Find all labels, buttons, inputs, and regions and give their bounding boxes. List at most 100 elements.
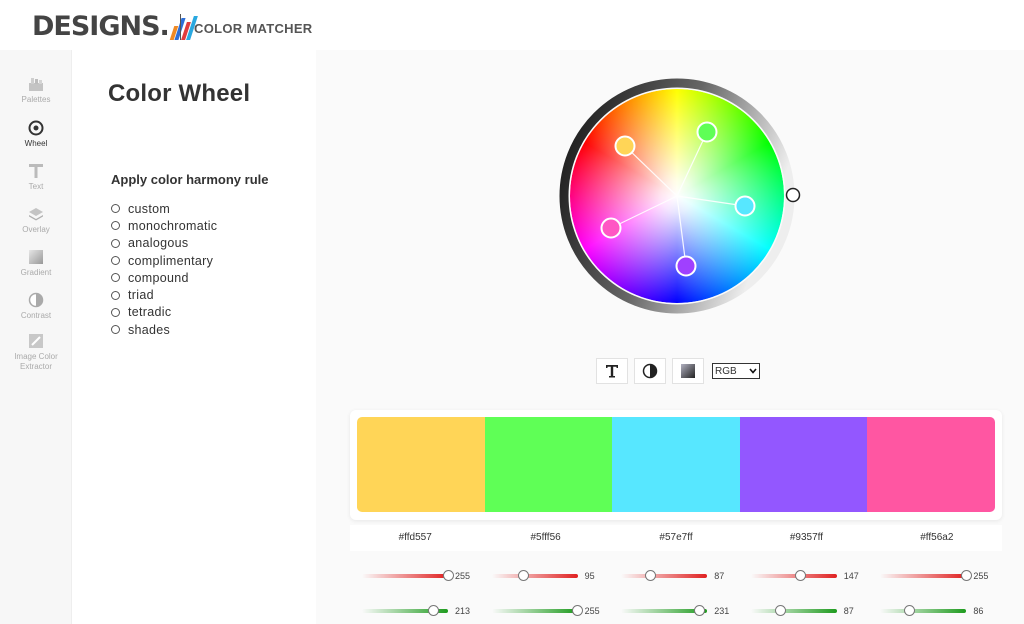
- hex-code[interactable]: #ffd557: [350, 525, 480, 551]
- harmony-option-label: custom: [128, 201, 171, 216]
- red-slider[interactable]: 255: [356, 568, 486, 584]
- harmony-option-compound[interactable]: compound: [111, 269, 217, 286]
- slider-track[interactable]: [491, 574, 578, 578]
- slider-thumb[interactable]: [645, 570, 657, 581]
- sidebar-item-label: Gradient: [20, 268, 52, 277]
- gradient-preview-button[interactable]: [672, 358, 704, 384]
- slider-value: 87: [843, 606, 854, 616]
- red-slider[interactable]: 255: [874, 568, 1004, 584]
- harmony-rule-heading: Apply color harmony rule: [111, 172, 269, 187]
- radio-button[interactable]: [111, 204, 120, 214]
- sidebar: Palettes Wheel Text Overlay Gradient Con…: [0, 50, 72, 624]
- palette-strip: [357, 417, 995, 512]
- slider-track[interactable]: [880, 609, 967, 613]
- harmony-option-shades[interactable]: shades: [111, 321, 217, 338]
- slider-track[interactable]: [621, 574, 708, 578]
- radio-button[interactable]: [111, 256, 120, 266]
- slider-track[interactable]: [750, 609, 837, 613]
- slider-thumb[interactable]: [572, 605, 584, 616]
- sidebar-item-image-color-extractor[interactable]: Image Color Extractor: [0, 332, 72, 372]
- text-icon: [27, 162, 45, 180]
- sidebar-item-gradient[interactable]: Gradient: [0, 248, 72, 278]
- radio-button[interactable]: [111, 221, 120, 231]
- slider-value: 255: [973, 571, 989, 581]
- radio-button[interactable]: [111, 325, 120, 335]
- text-preview-button[interactable]: [596, 358, 628, 384]
- logo-mark-icon: [169, 14, 198, 40]
- hex-code[interactable]: #9357ff: [741, 525, 871, 551]
- harmony-option-tetradic[interactable]: tetradic: [111, 304, 217, 321]
- red-slider[interactable]: 95: [486, 568, 616, 584]
- slider-track[interactable]: [362, 574, 448, 578]
- harmony-option-label: analogous: [128, 236, 189, 251]
- hex-code[interactable]: #57e7ff: [611, 525, 741, 551]
- contrast-icon: [27, 291, 45, 309]
- red-slider-row: 255 95 87 147 255: [356, 568, 1004, 584]
- hex-code[interactable]: #ff56a2: [872, 525, 1002, 551]
- gradient-icon: [27, 248, 45, 266]
- brightness-handle[interactable]: [785, 187, 801, 203]
- red-slider[interactable]: 87: [615, 568, 745, 584]
- slider-thumb[interactable]: [518, 570, 530, 581]
- red-slider[interactable]: 147: [745, 568, 875, 584]
- contrast-icon: [642, 363, 658, 379]
- palette-swatch[interactable]: [484, 417, 613, 512]
- slider-thumb[interactable]: [442, 570, 454, 581]
- color-handle[interactable]: [696, 121, 718, 143]
- palette-swatch[interactable]: [612, 417, 740, 512]
- contrast-preview-button[interactable]: [634, 358, 666, 384]
- radio-button[interactable]: [111, 238, 120, 248]
- slider-thumb[interactable]: [774, 605, 786, 616]
- palette-swatch[interactable]: [357, 417, 485, 512]
- harmony-option-label: complimentary: [128, 253, 214, 268]
- color-handle[interactable]: [734, 195, 756, 217]
- sidebar-item-label: Palettes: [21, 95, 51, 104]
- green-slider[interactable]: 87: [745, 603, 875, 619]
- slider-track[interactable]: [491, 609, 578, 613]
- color-wheel[interactable]: [552, 73, 802, 323]
- harmony-option-label: shades: [128, 322, 171, 337]
- slider-thumb[interactable]: [428, 605, 440, 616]
- sidebar-item-text[interactable]: Text: [0, 162, 72, 192]
- hex-code[interactable]: #5fff56: [480, 525, 610, 551]
- green-slider[interactable]: 213: [356, 603, 486, 619]
- slider-thumb[interactable]: [693, 605, 705, 616]
- color-handle[interactable]: [675, 255, 697, 277]
- sidebar-item-overlay[interactable]: Overlay: [0, 205, 72, 235]
- slider-thumb[interactable]: [794, 570, 806, 581]
- color-mode-select[interactable]: RGB: [712, 363, 760, 379]
- slider-thumb[interactable]: [960, 570, 972, 581]
- slider-value: 255: [584, 606, 600, 616]
- sidebar-item-palettes[interactable]: Palettes: [0, 75, 72, 105]
- green-slider-row: 213 255 231 87 86: [356, 603, 1004, 619]
- radio-button[interactable]: [111, 273, 120, 283]
- palette-swatch[interactable]: [739, 417, 868, 512]
- app-title: COLOR MATCHER: [194, 21, 313, 36]
- green-slider[interactable]: 86: [874, 603, 1004, 619]
- slider-value: 255: [455, 571, 471, 581]
- hex-code-row: #ffd557 #5fff56 #57e7ff #9357ff #ff56a2: [350, 525, 1002, 551]
- slider-track[interactable]: [880, 574, 967, 578]
- harmony-option-label: compound: [128, 270, 189, 285]
- slider-track[interactable]: [750, 574, 837, 578]
- color-handle[interactable]: [600, 217, 622, 239]
- slider-thumb[interactable]: [903, 605, 915, 616]
- chevron-down-icon: [749, 368, 757, 374]
- harmony-option-complimentary[interactable]: complimentary: [111, 252, 217, 269]
- harmony-option-triad[interactable]: triad: [111, 286, 217, 303]
- sidebar-item-contrast[interactable]: Contrast: [0, 291, 72, 321]
- green-slider[interactable]: 231: [615, 603, 745, 619]
- sidebar-item-wheel[interactable]: Wheel: [0, 119, 72, 149]
- harmony-option-monochromatic[interactable]: monochromatic: [111, 217, 217, 234]
- harmony-option-analogous[interactable]: analogous: [111, 235, 217, 252]
- harmony-option-custom[interactable]: custom: [111, 200, 217, 217]
- logo[interactable]: DESIGNS.: [32, 11, 198, 42]
- green-slider[interactable]: 255: [486, 603, 616, 619]
- radio-button[interactable]: [111, 290, 120, 300]
- color-handle[interactable]: [614, 135, 636, 157]
- slider-value: 87: [714, 571, 725, 581]
- sidebar-item-label: Text: [28, 182, 44, 191]
- palette-swatch[interactable]: [867, 417, 995, 512]
- palette-card: [350, 410, 1002, 520]
- radio-button[interactable]: [111, 307, 120, 317]
